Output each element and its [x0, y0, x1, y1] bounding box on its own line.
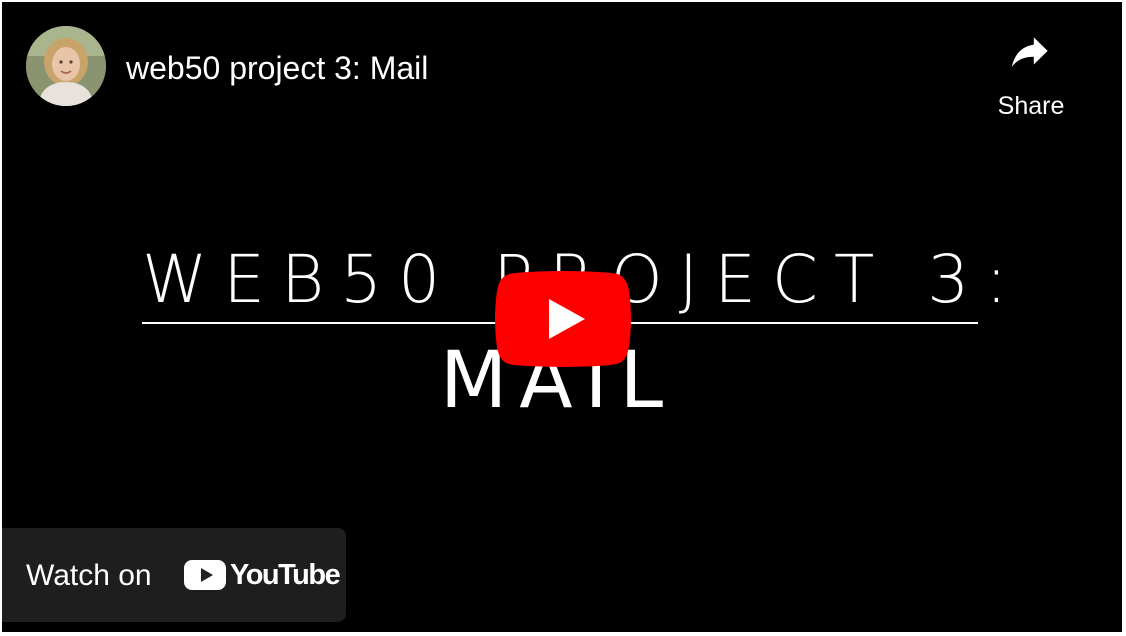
channel-avatar[interactable]: [26, 26, 106, 106]
share-label: Share: [997, 92, 1065, 120]
play-icon: [495, 271, 631, 367]
video-title[interactable]: web50 project 3: Mail: [126, 46, 428, 90]
video-player[interactable]: web50 project 3: Mail Share WEB50 PROJEC…: [2, 2, 1122, 632]
play-button[interactable]: [495, 271, 631, 367]
watch-on-youtube-button[interactable]: Watch on YouTube: [2, 528, 346, 622]
watch-on-label: Watch on: [26, 559, 152, 592]
share-arrow-icon: [1011, 37, 1048, 67]
youtube-logo-icon: [184, 560, 226, 590]
avatar-photo-icon: [26, 26, 106, 106]
youtube-wordmark: YouTube: [230, 559, 341, 591]
share-button[interactable]: Share: [986, 32, 1076, 132]
